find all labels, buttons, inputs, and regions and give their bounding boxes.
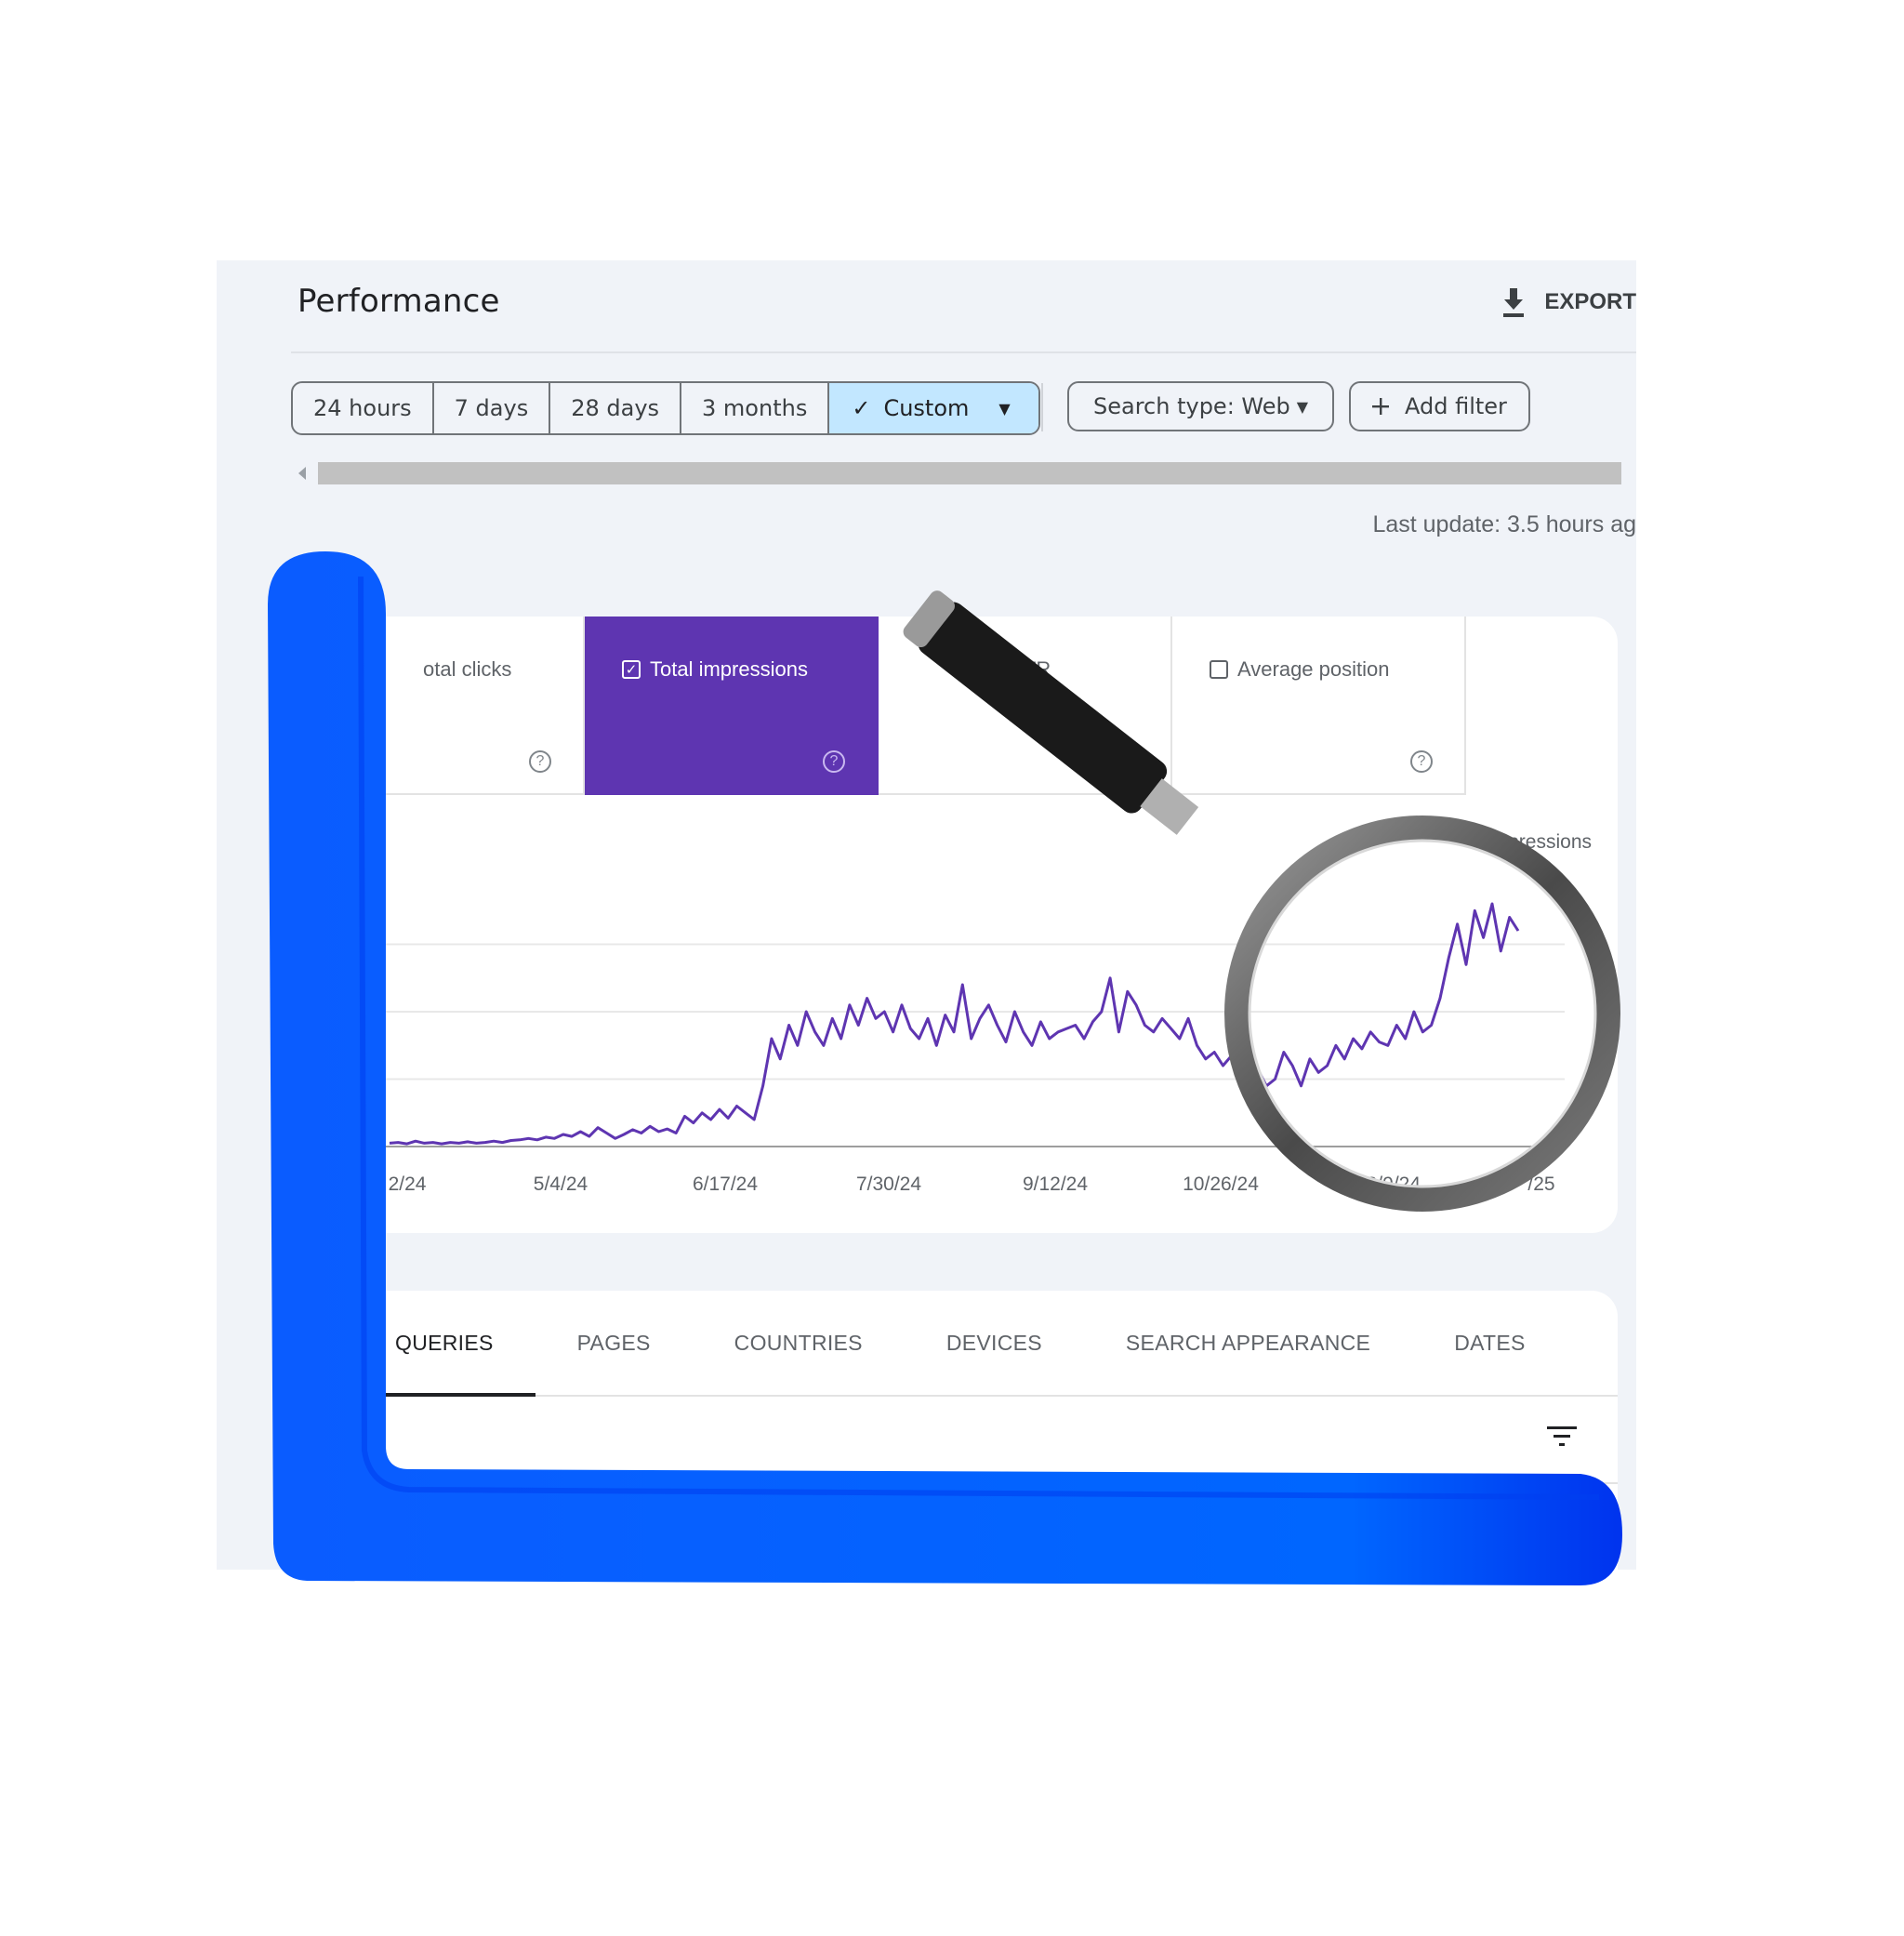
- filter-list-icon[interactable]: [1547, 1425, 1577, 1449]
- chip-28-days[interactable]: 28 days: [550, 383, 682, 433]
- performance-panel: Performance EXPORT 24 hours 7 days 28 da…: [217, 260, 1636, 1570]
- tab-dates[interactable]: DATES: [1412, 1291, 1567, 1395]
- x-tick-label: 12/9/24: [1355, 1174, 1421, 1195]
- export-label: EXPORT: [1544, 289, 1636, 314]
- last-update-text: Last update: 3.5 hours ag: [1372, 511, 1636, 537]
- chip-custom-label: Custom: [883, 395, 970, 421]
- x-tick-label: 5/4/24: [534, 1174, 588, 1195]
- x-tick-label: 7/30/24: [856, 1174, 921, 1195]
- chip-3-months[interactable]: 3 months: [681, 383, 830, 433]
- search-type-dropdown[interactable]: Search type: Web ▼: [1067, 381, 1334, 431]
- check-icon: ✓: [852, 395, 871, 421]
- tab-search-appearance[interactable]: SEARCH APPEARANCE: [1084, 1291, 1412, 1395]
- table-header-divider: [291, 1482, 1618, 1484]
- tab-devices[interactable]: DEVICES: [905, 1291, 1084, 1395]
- export-button[interactable]: EXPORT: [1500, 286, 1636, 318]
- page-title: Performance: [298, 283, 500, 320]
- tab-countries[interactable]: COUNTRIES: [693, 1291, 905, 1395]
- tab-queries[interactable]: QUERIES: [291, 1291, 536, 1397]
- performance-chart-card: otal clicks ? ✓ Total impressions ? CTR …: [291, 617, 1618, 1233]
- add-filter-label: Add filter: [1405, 393, 1507, 419]
- x-tick-label: 9/12/24: [1023, 1174, 1088, 1195]
- caret-down-icon: ▼: [998, 399, 1011, 418]
- x-tick-label: 2/24: [389, 1174, 427, 1195]
- series-line-total-impressions: [389, 902, 1520, 1146]
- x-tick-label: 6/17/24: [693, 1174, 758, 1195]
- add-filter-button[interactable]: Add filter: [1349, 381, 1530, 431]
- tab-pages[interactable]: PAGES: [536, 1291, 693, 1395]
- header-divider: [291, 351, 1636, 353]
- plus-icon: [1372, 398, 1389, 415]
- chip-custom[interactable]: ✓ Custom ▼: [829, 383, 1038, 433]
- dimension-tabs-card: QUERIES PAGES COUNTRIES DEVICES SEARCH A…: [291, 1291, 1618, 1570]
- x-tick-label: /25: [1527, 1174, 1554, 1195]
- scroll-left-arrow-icon[interactable]: [298, 467, 306, 480]
- filter-separator: [1041, 383, 1043, 431]
- impressions-line-chart: 2/24 5/4/24 6/17/24 7/30/24 9/12/24 10/26/24 1…: [380, 902, 1565, 1195]
- horizontal-scrollbar[interactable]: [318, 462, 1621, 484]
- chip-24-hours[interactable]: 24 hours: [293, 383, 434, 433]
- chip-7-days[interactable]: 7 days: [434, 383, 551, 433]
- dimension-tabs: QUERIES PAGES COUNTRIES DEVICES SEARCH A…: [291, 1291, 1618, 1397]
- caret-down-icon: ▼: [1296, 397, 1308, 416]
- search-type-label: Search type: Web: [1093, 393, 1290, 419]
- download-icon: [1503, 288, 1525, 317]
- date-range-selector: 24 hours 7 days 28 days 3 months ✓ Custo…: [291, 381, 1040, 435]
- x-tick-label: 10/26/24: [1183, 1174, 1259, 1195]
